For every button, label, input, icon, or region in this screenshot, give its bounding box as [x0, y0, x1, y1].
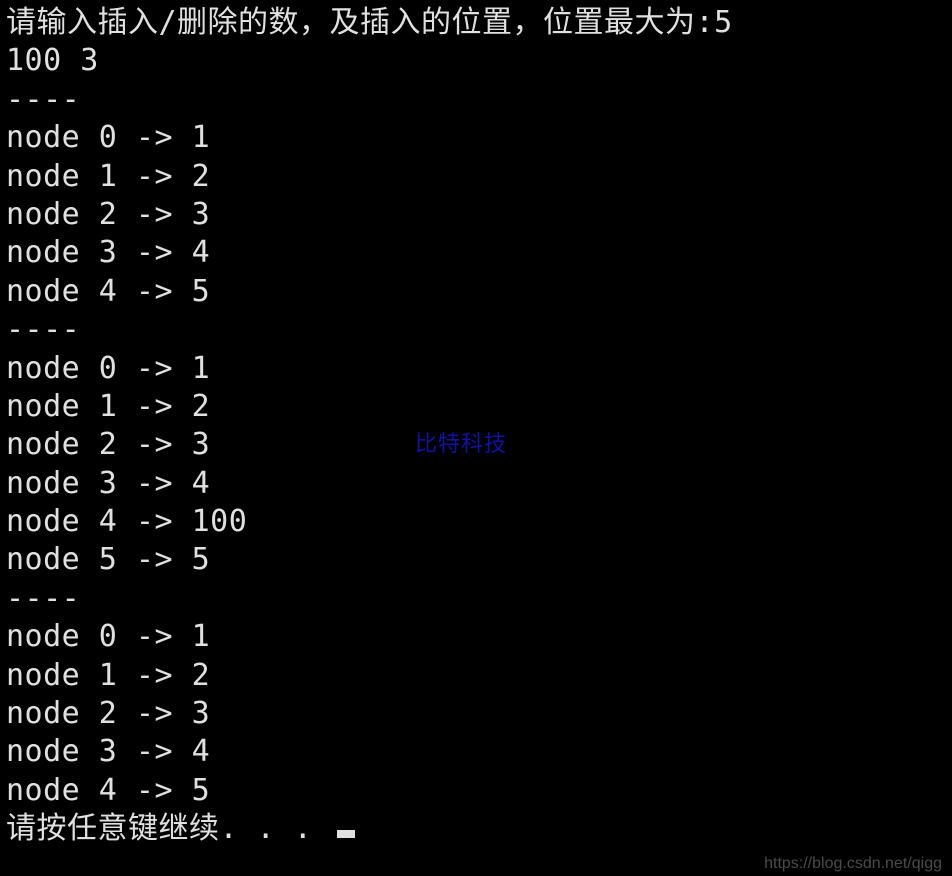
- user-input-line: 100 3: [6, 42, 946, 80]
- separator-line: ----: [6, 311, 946, 349]
- node-output: node 5 -> 5: [6, 541, 946, 579]
- node-output: node 3 -> 4: [6, 733, 946, 771]
- node-output: node 4 -> 100: [6, 503, 946, 541]
- prompt-line: 请输入插入/删除的数，及插入的位置，位置最大为:5: [6, 4, 946, 42]
- continue-prompt[interactable]: 请按任意键继续. . .: [6, 810, 946, 848]
- node-output: node 2 -> 3: [6, 695, 946, 733]
- node-output: node 3 -> 4: [6, 465, 946, 503]
- cursor-icon: [337, 830, 355, 838]
- footer-url: https://blog.csdn.net/qigg: [764, 854, 942, 874]
- continue-text: 请按任意键继续. . .: [6, 811, 331, 846]
- node-output: node 2 -> 3: [6, 426, 946, 464]
- node-output: node 4 -> 5: [6, 772, 946, 810]
- node-output: node 1 -> 2: [6, 158, 946, 196]
- node-output: node 1 -> 2: [6, 657, 946, 695]
- node-output: node 1 -> 2: [6, 388, 946, 426]
- separator-line: ----: [6, 81, 946, 119]
- node-output: node 2 -> 3: [6, 196, 946, 234]
- node-output: node 0 -> 1: [6, 618, 946, 656]
- node-output: node 0 -> 1: [6, 119, 946, 157]
- separator-line: ----: [6, 580, 946, 618]
- node-output: node 3 -> 4: [6, 234, 946, 272]
- node-output: node 0 -> 1: [6, 350, 946, 388]
- node-output: node 4 -> 5: [6, 273, 946, 311]
